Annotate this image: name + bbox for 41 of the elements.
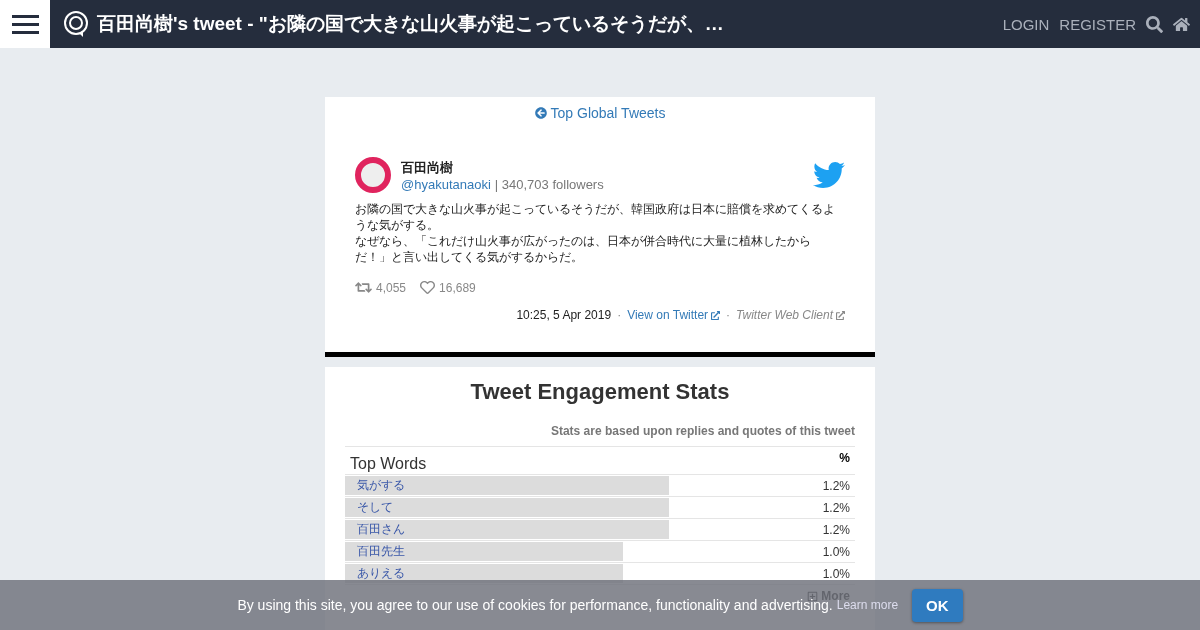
avatar <box>355 157 391 193</box>
menu-button[interactable] <box>0 0 50 48</box>
percent-cell: 1.2% <box>822 478 850 493</box>
word-link[interactable]: そして <box>357 499 393 516</box>
handle-link[interactable]: @hyakutanaoki <box>401 176 491 192</box>
heart-icon <box>420 280 436 295</box>
stats-note: Stats are based upon replies and quotes of this tweet <box>345 424 855 447</box>
tweet-time: 10:25, 5 Apr 2019 <box>516 308 612 322</box>
separator-dot: · <box>617 308 622 322</box>
retweet-count: 4,055 <box>355 279 407 296</box>
search-icon[interactable] <box>1146 15 1163 33</box>
retweet-icon <box>355 279 372 296</box>
word-link[interactable]: 百田さん <box>357 521 405 538</box>
tweet-text: お隣の国で大きな山火事が起こっているそうだが、韓国政府は日本に賠償を求めてくるような気がする。 なぜなら、「これだけ山火事が広がったのは、日本が併合時代に大量に植林したからだ！」と言い出してくる気がするからだ。 <box>355 201 836 265</box>
percent-cell: 1.2% <box>822 500 850 515</box>
separator-dot: · <box>726 308 731 322</box>
page-title: 百田尚樹's tweet - "お隣の国で大きな山火事が起こっているそうだが、… <box>97 12 725 36</box>
percent-cell: 1.0% <box>822 544 850 559</box>
ok-button[interactable]: OK <box>912 588 963 622</box>
author-name: 百田尚樹 <box>401 158 454 177</box>
external-link-icon <box>836 310 845 320</box>
bird-icon <box>813 159 845 191</box>
word-link[interactable]: 百田先生 <box>357 543 405 560</box>
like-count: 16,689 <box>420 279 476 296</box>
back-link[interactable]: Top Global Tweets <box>534 105 666 121</box>
column-header: % <box>839 451 850 465</box>
logo-icon <box>63 10 89 38</box>
nav-link[interactable]: LOGIN <box>1002 15 1050 33</box>
follower-count: | 340,703 followers <box>494 176 604 192</box>
home-icon[interactable] <box>1173 15 1190 33</box>
percent-cell: 1.2% <box>822 522 850 537</box>
word-link[interactable]: ありえる <box>357 565 405 582</box>
client-link[interactable]: Twitter Web Client <box>736 308 845 322</box>
back-arrow-icon <box>534 107 547 119</box>
percent-cell: 1.0% <box>822 566 850 581</box>
nav-link[interactable]: REGISTER <box>1059 15 1136 33</box>
word-link[interactable]: 気がする <box>357 477 405 494</box>
external-link-icon <box>711 310 721 320</box>
table-title: Top Words <box>350 454 427 473</box>
stats-title: Tweet Engagement Stats <box>469 379 731 405</box>
view-link[interactable]: View on Twitter <box>627 308 721 322</box>
